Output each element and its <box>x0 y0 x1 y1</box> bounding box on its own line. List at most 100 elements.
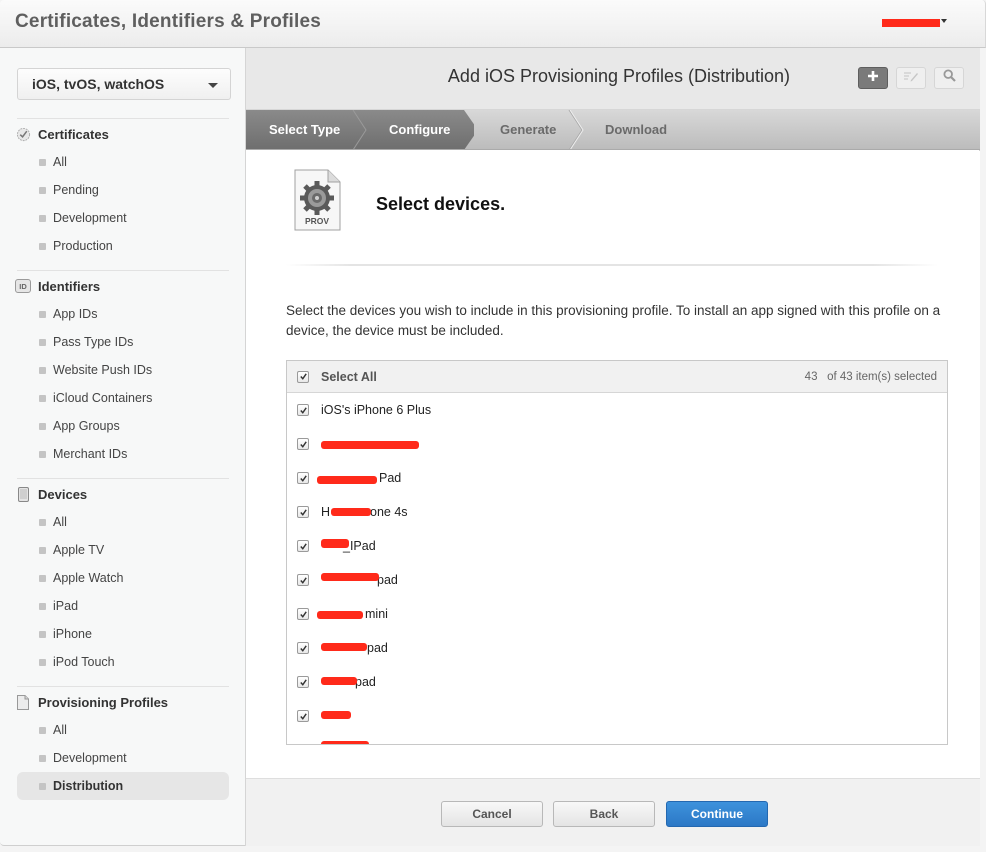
device-checkbox[interactable] <box>297 506 309 518</box>
device-row[interactable]: mini <box>287 597 947 631</box>
device-checkbox[interactable] <box>297 574 309 586</box>
sidebar-item-certificates-pending[interactable]: Pending <box>0 176 246 204</box>
device-checkbox[interactable] <box>297 710 309 722</box>
sidebar-heading-identifiers[interactable]: ID Identifiers <box>0 272 246 300</box>
sidebar-item-certificates-development[interactable]: Development <box>0 204 246 232</box>
sidebar-section-provisioning-profiles: Provisioning Profiles All Development Di… <box>0 688 246 800</box>
step-separator-icon <box>352 110 367 149</box>
divider <box>286 264 938 266</box>
sidebar-item-icloud-containers[interactable]: iCloud Containers <box>0 384 246 412</box>
sidebar-item-label: iCloud Containers <box>53 391 153 405</box>
divider <box>17 270 229 271</box>
device-checkbox[interactable] <box>297 404 309 416</box>
device-name: pad <box>321 641 388 655</box>
device-name-text: pad <box>377 573 398 587</box>
back-button[interactable]: Back <box>553 801 655 827</box>
sidebar-item-profiles-distribution[interactable]: Distribution <box>17 772 229 800</box>
edit-button[interactable] <box>896 67 926 89</box>
device-row[interactable]: pad <box>287 563 947 597</box>
device-row[interactable]: Hone 4s <box>287 495 947 529</box>
sidebar-item-merchant-ids[interactable]: Merchant IDs <box>0 440 246 468</box>
sidebar-item-apple-tv[interactable]: Apple TV <box>0 536 246 564</box>
description-text: Select the devices you wish to include i… <box>286 303 941 338</box>
sidebar-item-app-ids[interactable]: App IDs <box>0 300 246 328</box>
device-checkbox[interactable] <box>297 676 309 688</box>
platform-select[interactable]: iOS, tvOS, watchOS <box>17 68 231 100</box>
add-button[interactable] <box>858 67 888 89</box>
device-row[interactable] <box>287 427 947 461</box>
sidebar-item-pass-type-ids[interactable]: Pass Type IDs <box>0 328 246 356</box>
top-header: Certificates, Identifiers & Profiles <box>0 0 986 48</box>
device-row[interactable]: iOS's iPhone 6 Plus <box>287 393 947 427</box>
device-checkbox[interactable] <box>297 642 309 654</box>
main-panel: Add iOS Provisioning Profiles (Distribut… <box>246 48 980 846</box>
device-checkbox[interactable] <box>297 472 309 484</box>
sidebar-heading-devices[interactable]: Devices <box>0 480 246 508</box>
step-configure: Configure <box>389 122 451 137</box>
user-menu[interactable] <box>882 17 947 29</box>
bullet-icon <box>39 782 46 790</box>
search-icon <box>942 69 956 87</box>
sidebar-item-label: All <box>53 155 67 169</box>
select-all-checkbox[interactable] <box>297 370 309 383</box>
content-area: PROV Select devices. Select the devices … <box>246 151 980 778</box>
sidebar-item-apple-watch[interactable]: Apple Watch <box>0 564 246 592</box>
device-checkbox[interactable] <box>297 438 309 450</box>
device-name-text: pad <box>367 641 388 655</box>
sidebar-item-profiles-development[interactable]: Development <box>0 744 246 772</box>
device-row[interactable]: pad <box>287 631 947 665</box>
step-separator-icon <box>568 110 584 149</box>
redaction-mark <box>321 643 367 651</box>
sidebar-item-label: All <box>53 515 67 529</box>
sidebar-item-label: iPhone <box>53 627 92 641</box>
step-download: Download <box>605 122 668 137</box>
user-name-redacted <box>882 19 940 27</box>
sidebar-item-devices-all[interactable]: All <box>0 508 246 536</box>
sidebar-item-certificates-production[interactable]: Production <box>0 232 246 260</box>
device-name-text: pad <box>355 675 376 689</box>
bullet-icon <box>39 366 46 374</box>
bullet-icon <box>39 574 46 582</box>
device-name: mini <box>317 607 388 621</box>
device-name-redacted <box>321 437 421 451</box>
redaction-mark <box>321 711 351 719</box>
device-list[interactable]: Select All 43 of 43 item(s) selected iOS… <box>286 360 948 745</box>
sidebar-item-label: iPad <box>53 599 79 613</box>
device-name-text: Pad <box>379 471 402 485</box>
device-row[interactable]: Pad <box>287 461 947 495</box>
bullet-icon <box>39 518 46 526</box>
device-checkbox[interactable] <box>297 608 309 620</box>
sidebar-item-ipad[interactable]: iPad <box>0 592 246 620</box>
sidebar-item-label: Development <box>53 751 127 765</box>
device-row[interactable] <box>287 699 947 733</box>
device-name-redacted <box>321 709 353 723</box>
sidebar-item-label: Apple TV <box>53 543 105 557</box>
device-checkbox[interactable] <box>297 744 309 745</box>
cancel-button[interactable]: Cancel <box>441 801 543 827</box>
device-name: iPhone 6 <box>321 741 420 744</box>
search-button[interactable] <box>934 67 964 89</box>
device-row[interactable]: pad <box>287 665 947 699</box>
divider <box>17 686 229 687</box>
device-row[interactable]: _IPad <box>287 529 947 563</box>
section-title: Select devices. <box>376 194 506 214</box>
sidebar-item-iphone[interactable]: iPhone <box>0 620 246 648</box>
bullet-icon <box>39 726 46 734</box>
device-checkbox[interactable] <box>297 540 309 552</box>
continue-button[interactable]: Continue <box>666 801 768 827</box>
prov-icon-label: PROV <box>304 216 330 226</box>
select-all-label: Select All <box>321 369 377 384</box>
bullet-icon <box>39 602 46 610</box>
device-name: pad <box>321 675 376 689</box>
sidebar-item-website-push-ids[interactable]: Website Push IDs <box>0 356 246 384</box>
sidebar-item-label: Merchant IDs <box>53 447 128 461</box>
device-row[interactable]: iPhone 6 <box>287 733 947 745</box>
sidebar-heading-provisioning-profiles[interactable]: Provisioning Profiles <box>0 688 246 716</box>
sidebar-item-profiles-all[interactable]: All <box>0 716 246 744</box>
device-name: Hone 4s <box>321 505 408 519</box>
sidebar-item-app-groups[interactable]: App Groups <box>0 412 246 440</box>
sidebar-item-ipod-touch[interactable]: iPod Touch <box>0 648 246 676</box>
sidebar-heading-certificates[interactable]: Certificates <box>0 120 246 148</box>
device-name: iOS's iPhone 6 Plus <box>321 403 432 417</box>
sidebar-item-certificates-all[interactable]: All <box>0 148 246 176</box>
